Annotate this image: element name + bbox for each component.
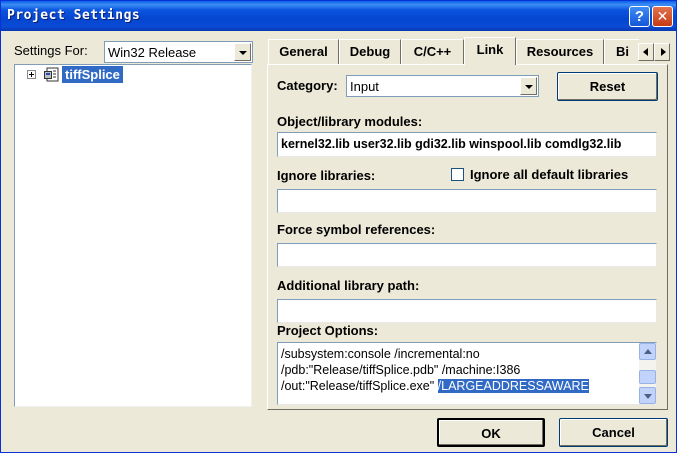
project-settings-dialog: Project Settings ? ✕ Settings For: Win32…	[0, 0, 677, 453]
ok-button[interactable]: OK	[437, 418, 545, 447]
category-select[interactable]: Input	[346, 75, 539, 97]
arrow-down-icon	[644, 394, 652, 399]
ignore-libraries-label: Ignore libraries:	[277, 168, 376, 183]
ignore-all-default-label[interactable]: Ignore all default libraries	[470, 167, 628, 182]
tab-browse[interactable]: Bi	[604, 39, 639, 65]
scroll-down-button[interactable]	[639, 387, 656, 404]
chevron-down-icon[interactable]	[520, 77, 537, 95]
project-options-textarea[interactable]: /subsystem:console /incremental:no /pdb:…	[277, 342, 657, 405]
window-title: Project Settings	[7, 8, 141, 23]
tab-scroll-right-button[interactable]	[654, 43, 670, 61]
additional-path-input[interactable]	[277, 299, 657, 323]
expand-icon[interactable]	[27, 70, 36, 79]
tree-item-label[interactable]: tiffSplice	[62, 66, 123, 83]
reset-button[interactable]: Reset	[557, 72, 658, 101]
tab-strip: General Debug C/C++ Link Resources Bi	[267, 37, 639, 65]
category-label: Category:	[277, 78, 338, 93]
arrow-up-icon	[644, 349, 652, 354]
object-modules-label: Object/library modules:	[277, 114, 423, 129]
scroll-up-button[interactable]	[639, 343, 656, 360]
project-icon	[44, 67, 59, 82]
options-scrollbar[interactable]	[639, 343, 656, 404]
title-bar[interactable]: Project Settings ? ✕	[1, 1, 676, 31]
close-button[interactable]: ✕	[652, 6, 673, 27]
ignore-libraries-input[interactable]	[277, 189, 657, 213]
ignore-all-default-checkbox[interactable]	[451, 168, 464, 181]
force-symbols-label: Force symbol references:	[277, 222, 436, 237]
settings-for-value: Win32 Release	[108, 45, 197, 60]
arrow-left-icon	[643, 48, 648, 56]
object-modules-input[interactable]: kernel32.lib user32.lib gdi32.lib winspo…	[277, 132, 657, 157]
help-button[interactable]: ?	[629, 6, 650, 27]
settings-for-select[interactable]: Win32 Release	[104, 41, 253, 63]
tab-c-cpp[interactable]: C/C++	[401, 39, 464, 65]
category-value: Input	[350, 79, 379, 94]
tab-general[interactable]: General	[268, 39, 339, 65]
project-options-label: Project Options:	[277, 323, 379, 338]
options-line: /subsystem:console /incremental:no	[281, 347, 480, 361]
options-line: /out:"Release/tiffSplice.exe" /LARGEADDR…	[281, 379, 589, 393]
close-icon: ✕	[656, 8, 669, 24]
scroll-thumb[interactable]	[639, 370, 656, 384]
tab-resources[interactable]: Resources	[516, 39, 604, 65]
project-tree[interactable]: tiffSplice	[14, 64, 252, 407]
tab-link[interactable]: Link	[464, 37, 516, 65]
additional-path-label: Additional library path:	[277, 278, 420, 293]
options-line: /pdb:"Release/tiffSplice.pdb" /machine:I…	[281, 363, 521, 377]
options-selected-text: /LARGEADDRESSAWARE	[437, 379, 589, 393]
question-mark-icon: ?	[634, 8, 645, 25]
options-line-text: /out:"Release/tiffSplice.exe"	[281, 379, 438, 393]
cancel-button[interactable]: Cancel	[559, 418, 668, 447]
tab-debug[interactable]: Debug	[339, 39, 401, 65]
force-symbols-input[interactable]	[277, 243, 657, 267]
settings-for-label: Settings For:	[14, 43, 88, 58]
arrow-right-icon	[661, 48, 666, 56]
tab-scroll-left-button[interactable]	[638, 43, 654, 61]
chevron-down-icon[interactable]	[234, 43, 251, 61]
